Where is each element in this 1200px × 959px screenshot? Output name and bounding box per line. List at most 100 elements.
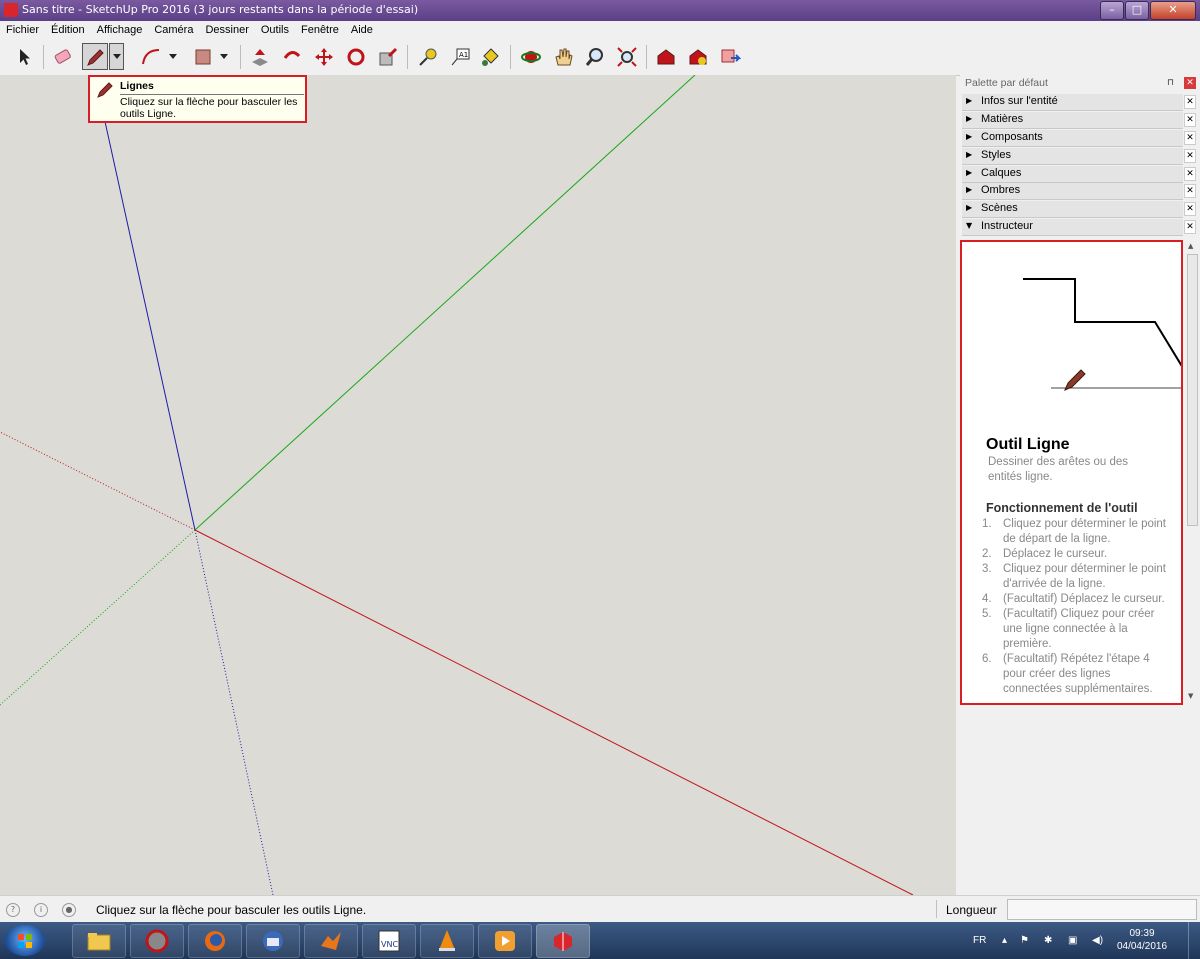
taskbar-thunderbird[interactable]	[246, 924, 300, 958]
zoom-tool-button[interactable]	[582, 44, 608, 70]
menu-camera[interactable]: Caméra	[148, 21, 199, 39]
panel-close-icon[interactable]: ✕	[1184, 131, 1196, 145]
scale-tool-button[interactable]	[375, 44, 401, 70]
taskbar-vnc[interactable]: VNC	[362, 924, 416, 958]
arc-icon	[142, 49, 160, 65]
orbit-tool-button[interactable]	[518, 44, 544, 70]
panel-shadows[interactable]: ▶ Ombres	[962, 183, 1183, 200]
line-tools-dropdown[interactable]	[109, 43, 124, 70]
close-button[interactable]: ✕	[1150, 1, 1196, 20]
measurements-input[interactable]	[1007, 899, 1197, 920]
instructor-scrollbar[interactable]: ▲ ▼	[1185, 240, 1199, 705]
panel-label: Infos sur l'entité	[981, 95, 1058, 107]
tape-measure-tool-button[interactable]	[415, 44, 441, 70]
minimize-button[interactable]: –	[1100, 1, 1124, 20]
magnifier-icon	[585, 48, 603, 66]
network-icon[interactable]: ▣	[1068, 935, 1077, 946]
scrollbar-thumb[interactable]	[1187, 254, 1198, 526]
panel-materials[interactable]: ▶ Matières	[962, 112, 1183, 129]
taskbar-firefox[interactable]	[188, 924, 242, 958]
show-desktop-button[interactable]	[1188, 922, 1200, 959]
rectangle-icon	[195, 49, 211, 65]
extension-warehouse-button[interactable]	[685, 44, 711, 70]
arc-tools-dropdown[interactable]	[166, 44, 180, 70]
user-icon[interactable]: ●	[62, 903, 76, 917]
green-axis-positive	[194, 75, 696, 531]
tray-title: Palette par défaut	[965, 77, 1048, 89]
push-pull-tool-button[interactable]	[247, 44, 273, 70]
taskbar-explorer[interactable]	[72, 924, 126, 958]
menu-dessiner[interactable]: Dessiner	[199, 21, 254, 39]
eraser-icon	[54, 49, 71, 64]
start-button[interactable]	[5, 925, 45, 956]
settings-icon[interactable]: ✱	[1044, 935, 1052, 946]
menu-bar: Fichier Édition Affichage Caméra Dessiner Out…	[0, 21, 1200, 39]
pin-icon[interactable]: ⊓	[1167, 78, 1177, 88]
language-indicator[interactable]: FR	[973, 935, 986, 946]
triangle-right-icon: ▶	[966, 150, 973, 159]
send-to-layout-button[interactable]	[717, 44, 743, 70]
menu-affichage[interactable]: Affichage	[91, 21, 149, 39]
panel-components[interactable]: ▶ Composants	[962, 130, 1183, 147]
red-axis-positive	[194, 529, 914, 895]
step-text: (Facultatif) Cliquez pour créer une lign…	[1003, 608, 1155, 650]
rotate-tool-button[interactable]	[343, 44, 369, 70]
panel-instructor[interactable]: ▼ Instructeur	[962, 219, 1183, 236]
panel-entity-info[interactable]: ▶ Infos sur l'entité	[962, 94, 1183, 111]
pan-tool-button[interactable]	[550, 44, 576, 70]
shape-tool-button[interactable]	[190, 44, 216, 70]
scroll-down-icon[interactable]: ▼	[1188, 692, 1193, 700]
scroll-up-icon[interactable]: ▲	[1188, 242, 1193, 250]
panel-close-icon[interactable]: ✕	[1184, 202, 1196, 216]
text-tool-button[interactable]: A1	[447, 44, 473, 70]
tray-close-button[interactable]: ✕	[1184, 77, 1196, 89]
menu-edition[interactable]: Édition	[45, 21, 91, 39]
panel-close-icon[interactable]: ✕	[1184, 167, 1196, 181]
panel-close-icon[interactable]: ✕	[1184, 149, 1196, 163]
list-item: 4. (Facultatif) Déplacez le curseur.	[982, 592, 1172, 607]
modeling-viewport[interactable]	[0, 75, 956, 895]
panel-close-icon[interactable]: ✕	[1184, 113, 1196, 127]
push-pull-icon	[252, 49, 268, 66]
taskbar-app-wheel[interactable]	[130, 924, 184, 958]
taskbar-media-player[interactable]	[478, 924, 532, 958]
shape-tools-dropdown[interactable]	[217, 44, 231, 70]
panel-styles[interactable]: ▶ Styles	[962, 148, 1183, 165]
panel-close-icon[interactable]: ✕	[1184, 184, 1196, 198]
chevron-up-icon[interactable]: ▴	[1002, 935, 1007, 946]
3d-warehouse-button[interactable]	[653, 44, 679, 70]
panel-close-icon[interactable]: ✕	[1184, 220, 1196, 234]
svg-text:VNC: VNC	[381, 940, 398, 949]
window-title: Sans titre - SketchUp Pro 2016 (3 jours …	[22, 3, 419, 16]
offset-tool-button[interactable]	[279, 44, 305, 70]
menu-aide[interactable]: Aide	[345, 21, 379, 39]
taskbar-vlc[interactable]	[420, 924, 474, 958]
status-message: Cliquez sur la flèche pour basculer les …	[96, 903, 367, 917]
panel-layers[interactable]: ▶ Calques	[962, 166, 1183, 183]
credits-icon[interactable]: i	[34, 903, 48, 917]
volume-icon[interactable]: ◀)	[1092, 935, 1103, 946]
panel-scenes[interactable]: ▶ Scènes	[962, 201, 1183, 218]
menu-outils[interactable]: Outils	[255, 21, 295, 39]
taskbar-sketchup[interactable]	[536, 924, 590, 958]
panel-close-icon[interactable]: ✕	[1184, 95, 1196, 109]
status-bar: ? i ● Cliquez sur la flèche pour bascule…	[0, 895, 1200, 923]
taskbar-matlab[interactable]	[304, 924, 358, 958]
zoom-extents-tool-button[interactable]	[614, 44, 640, 70]
menu-fichier[interactable]: Fichier	[0, 21, 45, 39]
menu-fenetre[interactable]: Fenêtre	[295, 21, 345, 39]
line-tool-button[interactable]	[82, 43, 108, 70]
select-tool-button[interactable]	[12, 44, 38, 70]
move-tool-button[interactable]	[311, 44, 337, 70]
clock-time: 09:39	[1129, 928, 1155, 939]
system-clock[interactable]: 09:39 04/04/2016	[1112, 927, 1172, 953]
instructor-subtitle: Dessiner des arêtes ou des entités ligne…	[988, 456, 1128, 483]
eraser-tool-button[interactable]	[50, 44, 76, 70]
toolbar-separator	[43, 45, 44, 69]
triangle-right-icon: ▶	[966, 185, 973, 194]
flag-icon[interactable]: ⚑	[1020, 935, 1029, 946]
arc-tool-button[interactable]	[138, 44, 164, 70]
maximize-button[interactable]: □	[1125, 1, 1149, 20]
paint-bucket-tool-button[interactable]	[477, 44, 503, 70]
geolocation-icon[interactable]: ?	[6, 903, 20, 917]
